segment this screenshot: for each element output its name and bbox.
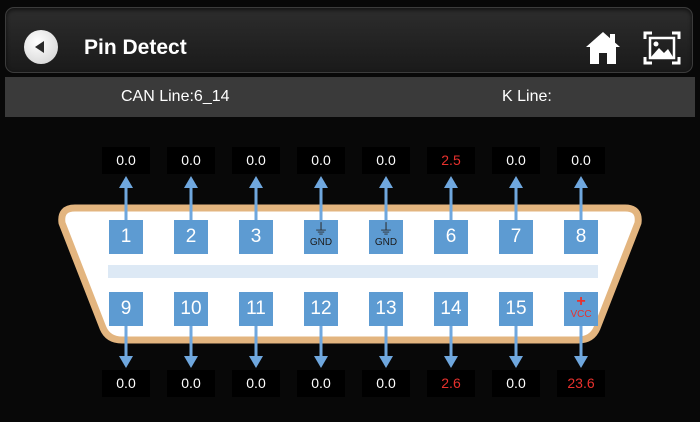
- pin-5-gnd[interactable]: ⏚ GND: [369, 220, 403, 254]
- pin-7-arrowhead: [509, 176, 523, 188]
- pin-4-value: 0.0: [297, 147, 345, 174]
- pin-7-value: 0.0: [492, 147, 540, 174]
- pin-detect-screen: { "header": { "title": "Pin Detect" }, "…: [0, 0, 700, 422]
- pin-5-value: 0.0: [362, 147, 410, 174]
- pin-1-arrowhead: [119, 176, 133, 188]
- pin-8[interactable]: 8: [564, 220, 598, 254]
- back-button[interactable]: [24, 30, 58, 64]
- plus-icon: +: [576, 293, 586, 310]
- pin-10-value: 0.0: [167, 370, 215, 397]
- pin-5-label: GND: [374, 237, 398, 248]
- pin-13-arrowhead: [379, 356, 393, 368]
- pin-8-value: 0.0: [557, 147, 605, 174]
- pin-11-value: 0.0: [232, 370, 280, 397]
- pin-5-arrowhead: [379, 176, 393, 188]
- screenshot-button[interactable]: [642, 29, 682, 67]
- k-line-status: K Line:: [502, 88, 552, 105]
- pin-11[interactable]: 11: [239, 292, 273, 326]
- pin-14-arrowhead: [444, 356, 458, 368]
- pin-12[interactable]: 12: [304, 292, 338, 326]
- pin-4-label: GND: [309, 237, 333, 248]
- pin-3-value: 0.0: [232, 147, 280, 174]
- pin-16-label: VCC: [570, 309, 592, 320]
- pin-6-arrowhead: [444, 176, 458, 188]
- pin-9-value: 0.0: [102, 370, 150, 397]
- line-status-bar: CAN Line:6_14 K Line:: [5, 77, 695, 117]
- pin-11-arrowhead: [249, 356, 263, 368]
- pin-3-arrowhead: [249, 176, 263, 188]
- pin-15-arrowhead: [509, 356, 523, 368]
- pin-15[interactable]: 15: [499, 292, 533, 326]
- pin-2-arrowhead: [184, 176, 198, 188]
- pin-12-value: 0.0: [297, 370, 345, 397]
- pin-6[interactable]: 6: [434, 220, 468, 254]
- home-button[interactable]: [583, 28, 623, 68]
- pin-13[interactable]: 13: [369, 292, 403, 326]
- pin-15-value: 0.0: [492, 370, 540, 397]
- pin-4-gnd[interactable]: ⏚ GND: [304, 220, 338, 254]
- obd-connector-diagram: 0.0 0.0 0.0 0.0 0.0 2.5 0.0 0.0 1 2 3 ⏚ …: [0, 118, 700, 420]
- pin-6-value: 2.5: [427, 147, 475, 174]
- pin-9[interactable]: 9: [109, 292, 143, 326]
- pin-14[interactable]: 14: [434, 292, 468, 326]
- pin-10[interactable]: 10: [174, 292, 208, 326]
- pin-16-arrowhead: [574, 356, 588, 368]
- pin-12-arrowhead: [314, 356, 328, 368]
- pin-10-arrowhead: [184, 356, 198, 368]
- pin-14-value: 2.6: [427, 370, 475, 397]
- home-icon: [586, 32, 620, 64]
- back-arrow-icon: [35, 41, 44, 53]
- pin-1[interactable]: 1: [109, 220, 143, 254]
- pin-9-arrowhead: [119, 356, 133, 368]
- screenshot-icon: [643, 31, 681, 65]
- title-bar: Pin Detect: [5, 7, 693, 73]
- ground-icon: ⏚: [378, 221, 394, 238]
- pin-1-value: 0.0: [102, 147, 150, 174]
- ground-icon: ⏚: [313, 221, 329, 238]
- pin-16-vcc[interactable]: + VCC: [564, 292, 598, 326]
- pin-4-arrowhead: [314, 176, 328, 188]
- pin-2-value: 0.0: [167, 147, 215, 174]
- page-title: Pin Detect: [84, 36, 187, 59]
- pin-2[interactable]: 2: [174, 220, 208, 254]
- pin-8-arrowhead: [574, 176, 588, 188]
- pin-3[interactable]: 3: [239, 220, 273, 254]
- can-line-status: CAN Line:6_14: [121, 88, 230, 105]
- pin-16-value: 23.6: [557, 370, 605, 397]
- pin-7[interactable]: 7: [499, 220, 533, 254]
- pin-13-value: 0.0: [362, 370, 410, 397]
